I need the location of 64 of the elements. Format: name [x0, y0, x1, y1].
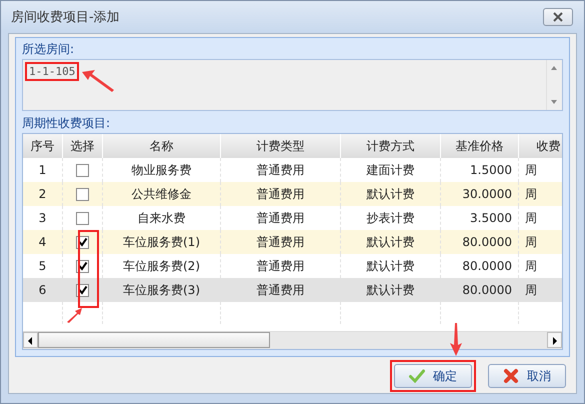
table-cell: 周: [525, 234, 537, 250]
column-header[interactable]: 基准价格: [441, 134, 519, 158]
table-cell: 80.0000: [462, 259, 512, 273]
table-cell: 30.0000: [462, 187, 512, 201]
window-title: 房间收费项目-添加: [11, 9, 120, 26]
table-row[interactable]: 2 公共维修金 普通费用 默认计费 30.0000 周: [23, 182, 562, 206]
close-button[interactable]: [543, 8, 573, 26]
items-label: 周期性收费项目:: [22, 115, 112, 131]
cross-icon: [503, 368, 519, 384]
table-cell: 普通费用: [256, 162, 304, 178]
column-header[interactable]: 计费类型: [221, 134, 341, 158]
table-cell: 1.5000: [470, 163, 512, 177]
column-header[interactable]: 收费: [519, 134, 562, 158]
arrow-drawing: [65, 306, 85, 324]
arrow-drawing: [449, 323, 463, 357]
horizontal-scrollbar[interactable]: [23, 331, 562, 349]
table-cell: 车位服务费(1): [123, 234, 200, 250]
close-icon: [552, 12, 564, 22]
cancel-button[interactable]: 取消: [488, 364, 566, 388]
table-cell: 默认计费: [366, 234, 414, 250]
table-cell: 1: [38, 163, 46, 177]
table-cell: 3: [38, 211, 46, 225]
column-header[interactable]: 选择: [63, 134, 103, 158]
table-cell: 6: [38, 283, 46, 297]
checkbox[interactable]: [76, 164, 89, 176]
table-cell: 车位服务费(3): [123, 282, 200, 298]
table-cell: 周: [525, 186, 537, 202]
table-cell: 普通费用: [256, 210, 304, 226]
table-cell: 周: [525, 258, 537, 274]
table-cell: 80.0000: [462, 235, 512, 249]
room-text-area[interactable]: 1-1-105: [22, 59, 563, 111]
checkbox[interactable]: [76, 212, 89, 224]
table-cell: 车位服务费(2): [123, 258, 200, 274]
table-cell: 自来水费: [138, 210, 186, 226]
arrow-drawing: [81, 69, 115, 93]
table-cell: 默认计费: [366, 282, 414, 298]
table-row[interactable]: 6 车位服务费(3) 普通费用 默认计费 80.0000 周: [23, 278, 562, 302]
table-row[interactable]: 4 车位服务费(1) 普通费用 默认计费 80.0000 周: [23, 230, 562, 254]
table-cell: 建面计费: [366, 162, 414, 178]
column-header[interactable]: 计费方式: [341, 134, 441, 158]
table-cell: 4: [38, 235, 46, 249]
checkmark-icon: [409, 369, 425, 383]
table-cell: 物业服务费: [132, 162, 192, 178]
table-cell: 周: [525, 282, 537, 298]
table-cell: 普通费用: [256, 234, 304, 250]
column-header[interactable]: 名称: [103, 134, 221, 158]
checkbox[interactable]: [76, 188, 89, 200]
room-label: 所选房间:: [22, 41, 76, 57]
table-cell: 2: [38, 187, 46, 201]
table-cell: 默认计费: [366, 186, 414, 202]
ok-button[interactable]: 确定: [394, 364, 472, 388]
table-cell: 5: [38, 259, 46, 273]
table-cell: 周: [525, 162, 537, 178]
table-cell: 普通费用: [256, 186, 304, 202]
table-cell: 抄表计费: [366, 210, 414, 226]
table-cell: 普通费用: [256, 282, 304, 298]
column-header[interactable]: 序号: [23, 134, 63, 158]
table-cell: 3.5000: [470, 211, 512, 225]
table-cell: 周: [525, 210, 537, 226]
room-value: 1-1-105: [25, 62, 80, 81]
table-cell: 80.0000: [462, 283, 512, 297]
table-cell: 普通费用: [256, 258, 304, 274]
table-cell: 默认计费: [366, 258, 414, 274]
table-cell: 公共维修金: [132, 186, 192, 202]
